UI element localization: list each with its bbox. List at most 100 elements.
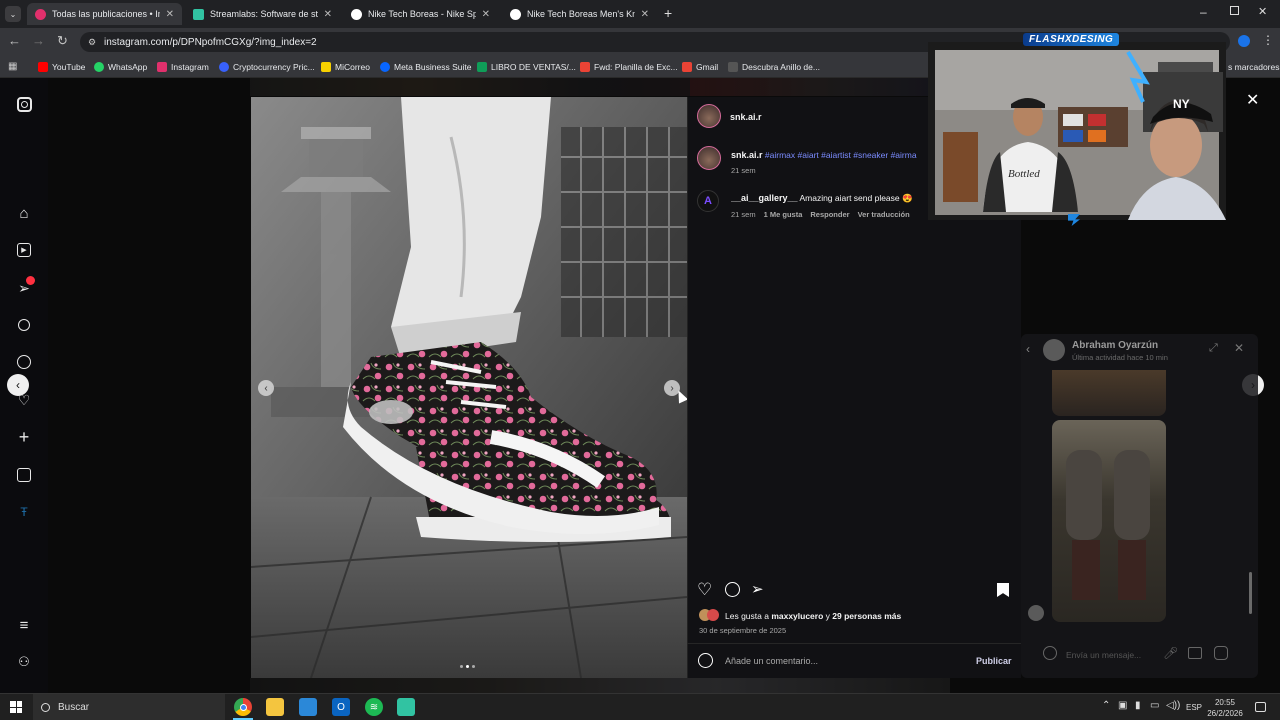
caption-time: 21 sem bbox=[731, 166, 756, 175]
forward-button[interactable]: → bbox=[32, 33, 45, 48]
caption-username[interactable]: snk.ai.r bbox=[731, 150, 763, 160]
tray-usb-icon[interactable]: ▮ bbox=[1135, 700, 1141, 711]
bookmark-gmail[interactable]: Gmail bbox=[682, 60, 718, 74]
streamlabs-icon[interactable] bbox=[397, 698, 415, 716]
post-image: ‹ › bbox=[251, 97, 687, 678]
nike-icon bbox=[351, 8, 362, 20]
close-modal-button[interactable]: ✕ bbox=[1246, 90, 1259, 110]
input-language[interactable]: ESP bbox=[1186, 703, 1202, 712]
file-explorer-icon[interactable] bbox=[266, 698, 284, 716]
chat-back-icon[interactable]: ‹ bbox=[1026, 342, 1030, 356]
close-icon[interactable]: ✕ bbox=[166, 9, 174, 20]
publish-button[interactable]: Publicar bbox=[976, 656, 1012, 666]
sticker-icon[interactable] bbox=[1214, 646, 1228, 660]
tab-nike-1[interactable]: Nike Tech Boreas - Nike Sports ✕ bbox=[343, 3, 498, 25]
meta-apps-icon[interactable]: ⚇ bbox=[14, 652, 34, 672]
comment-button[interactable] bbox=[725, 582, 740, 597]
new-tab-button[interactable]: + bbox=[664, 5, 672, 21]
image-attach-icon[interactable] bbox=[1188, 647, 1202, 659]
minimize-button[interactable]: – bbox=[1200, 5, 1207, 19]
apps-grid-icon[interactable]: ▦ bbox=[8, 61, 17, 72]
tray-volume-icon[interactable]: ◁)) bbox=[1166, 700, 1180, 711]
spotify-icon[interactable]: ≋ bbox=[365, 698, 383, 716]
tray-network-icon[interactable]: ▭ bbox=[1150, 700, 1159, 711]
comment-username[interactable]: __ai__gallery__ bbox=[731, 193, 798, 203]
chat-emoji-icon[interactable] bbox=[1043, 646, 1057, 660]
chat-image-1[interactable] bbox=[1052, 370, 1166, 416]
more-menu-icon[interactable]: ≡ bbox=[14, 615, 34, 635]
chat-close-icon[interactable]: ✕ bbox=[1234, 341, 1244, 355]
extension-icon[interactable] bbox=[1238, 35, 1250, 47]
bookmarks-overflow[interactable]: s marcadores bbox=[1228, 60, 1280, 74]
share-button[interactable]: ➢ bbox=[751, 580, 764, 598]
comment-input[interactable]: Añade un comentario... bbox=[725, 656, 818, 666]
chrome-icon[interactable] bbox=[234, 698, 252, 716]
tray-chevron-icon[interactable]: ⌃ bbox=[1102, 700, 1110, 711]
chat-image-2[interactable] bbox=[1052, 420, 1166, 622]
caption-avatar[interactable] bbox=[697, 146, 721, 170]
carousel-prev-button[interactable]: ‹ bbox=[258, 380, 274, 396]
taskbar-search[interactable]: Buscar bbox=[33, 694, 225, 720]
bookmark-crypto[interactable]: Cryptocurrency Pric... bbox=[219, 60, 315, 74]
carousel-dots bbox=[460, 665, 475, 668]
bookmark-whatsapp[interactable]: WhatsApp bbox=[94, 60, 147, 74]
close-icon[interactable]: ✕ bbox=[482, 9, 490, 20]
bookmark-instagram[interactable]: Instagram bbox=[157, 60, 209, 74]
messages-icon[interactable]: ➢ bbox=[14, 276, 35, 298]
comment-divider bbox=[687, 643, 1021, 644]
home-icon[interactable]: ⌂ bbox=[14, 203, 34, 223]
maximize-button[interactable] bbox=[1230, 6, 1239, 15]
bookmark-micorreo[interactable]: MiCorreo bbox=[321, 60, 370, 74]
instagram-icon bbox=[35, 8, 46, 20]
tray-app-icon[interactable]: ▣ bbox=[1118, 700, 1127, 711]
menu-dots-icon[interactable]: ⋮ bbox=[1262, 33, 1274, 47]
site-info-icon[interactable]: ⚙ bbox=[88, 37, 96, 48]
search-icon[interactable] bbox=[14, 315, 34, 335]
translate-link[interactable]: Ver traducción bbox=[858, 210, 910, 219]
caption-hashtags[interactable]: #airmax #aiart #aiartist #sneaker #airma bbox=[765, 150, 917, 160]
emoji-icon[interactable] bbox=[698, 653, 713, 668]
create-plus-icon[interactable]: + bbox=[14, 427, 34, 447]
explore-icon[interactable] bbox=[14, 352, 34, 372]
tab-streamlabs[interactable]: Streamlabs: Software de stream ✕ bbox=[185, 3, 340, 25]
reply-link[interactable]: Responder bbox=[810, 210, 849, 219]
chat-contact-name[interactable]: Abraham Oyarzún bbox=[1072, 340, 1158, 351]
author-username[interactable]: snk.ai.r bbox=[730, 112, 762, 122]
back-button[interactable]: ← bbox=[8, 33, 21, 48]
windows-start-icon[interactable] bbox=[10, 701, 22, 713]
bookmark-anillo[interactable]: Descubra Anillo de... bbox=[728, 60, 820, 74]
tab-instagram[interactable]: Todas las publicaciones • Instag ✕ bbox=[27, 3, 182, 25]
bookmark-youtube[interactable]: YouTube bbox=[38, 60, 85, 74]
store-icon[interactable] bbox=[299, 698, 317, 716]
dashboard-icon[interactable] bbox=[14, 465, 34, 485]
author-avatar[interactable] bbox=[697, 104, 721, 128]
chat-message-input[interactable]: Envía un mensaje... bbox=[1066, 650, 1141, 660]
comment-likes[interactable]: 1 Me gusta bbox=[764, 210, 803, 219]
likes-prefix: Les gusta a bbox=[725, 611, 772, 621]
tab-search-button[interactable]: ⌄ bbox=[5, 6, 21, 22]
close-icon[interactable]: ✕ bbox=[324, 9, 332, 20]
reload-button[interactable]: ↻ bbox=[57, 33, 68, 49]
bookmark-meta[interactable]: Meta Business Suite bbox=[380, 60, 471, 74]
close-icon[interactable]: ✕ bbox=[641, 9, 649, 20]
bookmark-libro[interactable]: LIBRO DE VENTAS/... bbox=[477, 60, 576, 74]
likes-count[interactable]: 29 personas más bbox=[832, 611, 901, 621]
outlook-icon[interactable]: O bbox=[332, 698, 350, 716]
close-window-button[interactable]: ✕ bbox=[1258, 5, 1267, 18]
like-button[interactable]: ♡ bbox=[697, 580, 712, 600]
chat-scrollbar[interactable] bbox=[1249, 572, 1252, 614]
likes-summary[interactable]: Les gusta a maxxylucero y 29 personas má… bbox=[725, 611, 901, 621]
prev-post-button[interactable]: ‹ bbox=[7, 374, 29, 396]
notifications-icon[interactable] bbox=[1255, 702, 1266, 712]
expand-icon[interactable]: ⤢ bbox=[1209, 342, 1218, 355]
tab-nike-2[interactable]: Nike Tech Boreas Men's Knit Op ✕ bbox=[502, 3, 657, 25]
chat-avatar[interactable] bbox=[1043, 339, 1065, 361]
likes-user[interactable]: maxxylucero bbox=[771, 611, 823, 621]
bookmark-fwd[interactable]: Fwd: Planilla de Exc... bbox=[580, 60, 678, 74]
instagram-logo-icon[interactable] bbox=[14, 94, 34, 114]
threads-icon[interactable]: Ŧ bbox=[14, 502, 34, 522]
microphone-icon[interactable]: 🎤︎ bbox=[1163, 646, 1178, 660]
commenter-avatar[interactable]: A bbox=[697, 190, 719, 212]
reels-icon[interactable]: ▶ bbox=[14, 240, 34, 260]
clock[interactable]: 20:55 26/2/2026 bbox=[1205, 697, 1245, 719]
